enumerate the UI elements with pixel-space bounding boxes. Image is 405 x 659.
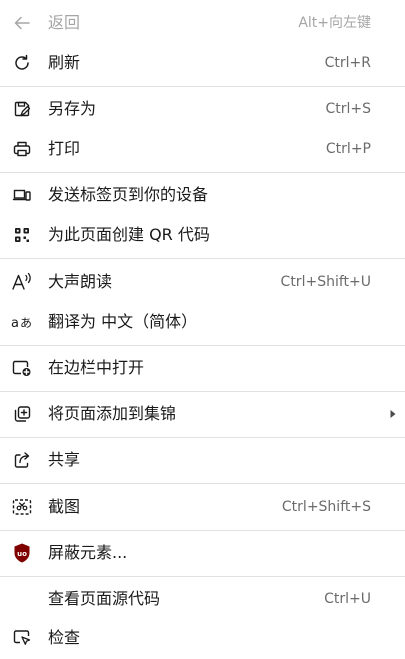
menu-item-send-tab[interactable]: 发送标签页到你的设备: [0, 175, 405, 215]
menu-item-label: 为此页面创建 QR 代码: [48, 225, 210, 244]
svg-text:a: a: [11, 316, 19, 331]
menu-item-inspect[interactable]: 检查: [0, 618, 405, 658]
separator: [0, 345, 405, 346]
menu-item-qr-code[interactable]: 为此页面创建 QR 代码: [0, 215, 405, 255]
separator: [0, 258, 405, 259]
menu-item-label: 刷新: [48, 53, 81, 72]
menu-item-label: 查看页面源代码: [48, 589, 161, 608]
menu-item-label: 将页面添加到集锦: [48, 404, 177, 423]
devices-icon: [10, 183, 34, 207]
menu-item-print[interactable]: 打印 Ctrl+P: [0, 129, 405, 169]
refresh-icon: [10, 51, 34, 75]
menu-item-share[interactable]: 共享: [0, 440, 405, 480]
menu-item-read-aloud[interactable]: 大声朗读 Ctrl+Shift+U: [0, 262, 405, 302]
shortcut-text: Alt+向左键: [298, 15, 371, 31]
menu-item-label: 另存为: [48, 99, 97, 118]
ublock-icon: uo: [10, 541, 34, 565]
menu-item-add-collection[interactable]: 将页面添加到集锦: [0, 394, 405, 434]
menu-item-label: 翻译为 中文（简体）: [48, 312, 198, 331]
separator: [0, 530, 405, 531]
save-icon: [10, 97, 34, 121]
back-arrow-icon: [10, 11, 34, 35]
shortcut-text: Ctrl+Shift+U: [280, 274, 371, 290]
shortcut-text: Ctrl+U: [324, 591, 371, 607]
qr-code-icon: [10, 223, 34, 247]
menu-item-label: 打印: [48, 139, 81, 158]
svg-text:あ: あ: [20, 316, 32, 330]
separator: [0, 576, 405, 577]
sidebar-add-icon: [10, 356, 34, 380]
separator: [0, 391, 405, 392]
separator: [0, 86, 405, 87]
printer-icon: [10, 137, 34, 161]
menu-item-label: 在边栏中打开: [48, 358, 145, 377]
read-aloud-icon: [10, 270, 34, 294]
menu-item-save-as[interactable]: 另存为 Ctrl+S: [0, 89, 405, 129]
inspect-icon: [10, 626, 34, 650]
menu-item-label: 发送标签页到你的设备: [48, 185, 209, 204]
menu-item-label: 返回: [48, 13, 81, 32]
collections-icon: [10, 402, 34, 426]
svg-text:uo: uo: [17, 550, 27, 558]
menu-item-refresh[interactable]: 刷新 Ctrl+R: [0, 43, 405, 83]
menu-item-label: 屏蔽元素...: [48, 543, 128, 562]
separator: [0, 172, 405, 173]
menu-item-label: 大声朗读: [48, 272, 113, 291]
menu-item-block-element[interactable]: uo 屏蔽元素...: [0, 533, 405, 573]
submenu-arrow-icon: [387, 408, 399, 420]
context-menu: 返回 Alt+向左键 刷新 Ctrl+R 另存为 Ctrl+S 打印 Ctrl+…: [0, 0, 405, 659]
translate-icon: aあ: [10, 310, 34, 334]
menu-item-back[interactable]: 返回 Alt+向左键: [0, 3, 405, 43]
shortcut-text: Ctrl+Shift+S: [281, 499, 371, 515]
menu-item-translate[interactable]: aあ 翻译为 中文（简体）: [0, 302, 405, 342]
separator: [0, 437, 405, 438]
menu-item-label: 共享: [48, 450, 81, 469]
menu-item-view-source[interactable]: 查看页面源代码 Ctrl+U: [0, 579, 405, 619]
menu-item-open-sidebar[interactable]: 在边栏中打开: [0, 348, 405, 388]
shortcut-text: Ctrl+R: [324, 55, 371, 71]
screenshot-icon: [10, 495, 34, 519]
shortcut-text: Ctrl+P: [325, 141, 371, 157]
menu-item-screenshot[interactable]: 截图 Ctrl+Shift+S: [0, 487, 405, 527]
separator: [0, 483, 405, 484]
share-icon: [10, 448, 34, 472]
shortcut-text: Ctrl+S: [325, 101, 371, 117]
menu-item-label: 检查: [48, 628, 81, 647]
menu-item-label: 截图: [48, 497, 81, 516]
